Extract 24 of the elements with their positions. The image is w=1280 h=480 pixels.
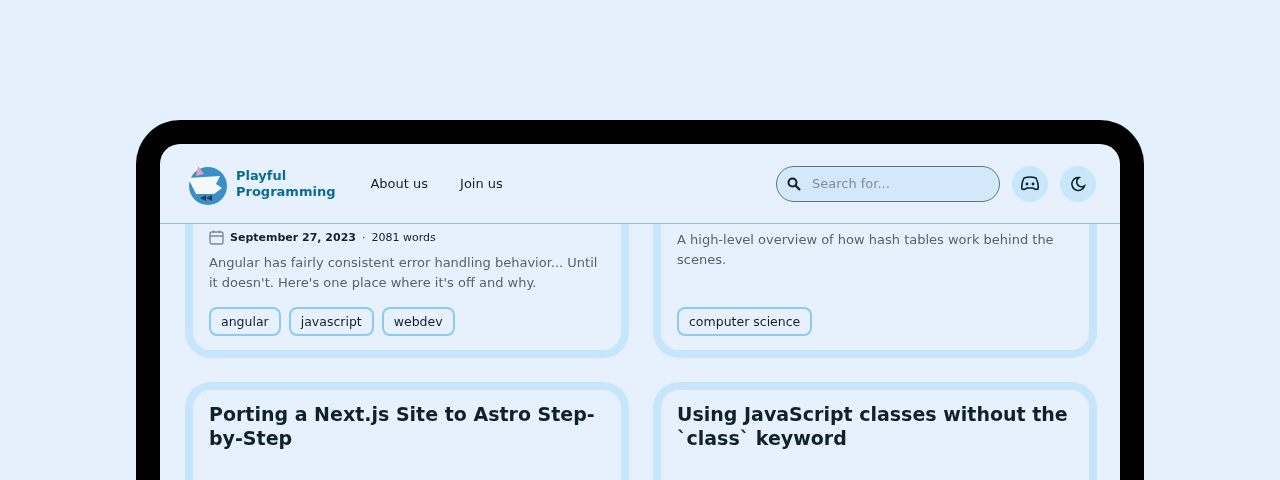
nav-link[interactable]: About us	[361, 170, 438, 197]
tag-chip[interactable]: computer science	[677, 307, 813, 336]
theme-toggle-button[interactable]	[1060, 165, 1096, 202]
calendar-icon	[209, 230, 224, 245]
tag-chip[interactable]: webdev	[381, 307, 455, 336]
moon-icon	[1070, 175, 1086, 192]
post-card[interactable]: A high-level overview of how hash tables work behind the scenes. computer science	[653, 224, 1097, 358]
search-field[interactable]: Search for...	[776, 165, 1000, 202]
nav-link[interactable]: Join us	[451, 170, 512, 197]
post-date: September 27, 2023	[230, 231, 356, 244]
game-controller-icon	[1020, 176, 1040, 191]
logo-text[interactable]: Playful Programming	[236, 167, 336, 200]
separator-dot: ·	[361, 231, 366, 244]
post-description: Angular has fairly consistent error handling behavior... Until it doesn't. Here's one place where it's off and why.	[209, 254, 599, 292]
word-count: 2081 words	[371, 231, 436, 244]
discord-button[interactable]	[1012, 165, 1048, 202]
post-description: A high-level overview of how hash tables work behind the scenes.	[677, 231, 1055, 269]
tag-chip[interactable]: javascript	[288, 307, 374, 336]
post-card[interactable]: September 27, 2023 · 2081 words Angular has fairly consistent error handling behavior... Until it doesn't. Here's one place where it's off and why. angular javascript webdev	[185, 224, 629, 358]
post-card[interactable]: Porting a Next.js Site to Astro Step-by-Step	[185, 382, 629, 480]
post-card[interactable]: Using JavaScript classes without the `class` keyword	[653, 382, 1097, 480]
post-title[interactable]: Porting a Next.js Site to Astro Step-by-Step	[209, 402, 605, 480]
post-title[interactable]: Using JavaScript classes without the `class` keyword	[677, 402, 1073, 480]
tag-chip[interactable]: angular	[209, 307, 281, 336]
